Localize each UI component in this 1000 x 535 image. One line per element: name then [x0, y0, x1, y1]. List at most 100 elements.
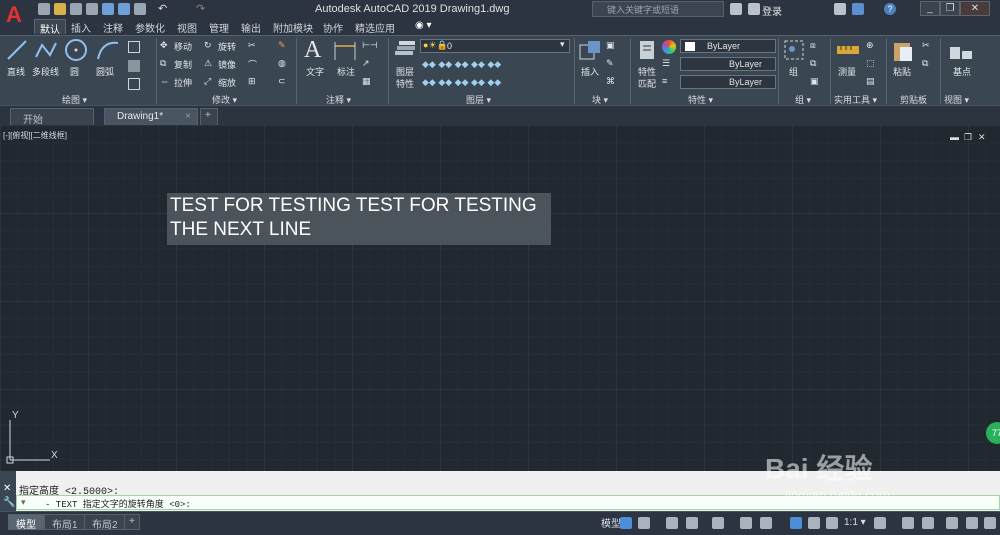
layer-tools-row-1-icon[interactable]: ◆◆ ◆◆ ◆◆ ◆◆ ◆◆ [422, 59, 501, 70]
fillet-icon[interactable]: ⌒ [248, 58, 257, 71]
tab-addins[interactable]: 附加模块 [268, 19, 318, 35]
panel-title-groups[interactable]: 组 ▾ [795, 93, 811, 105]
layer-properties-icon[interactable] [393, 39, 417, 61]
scale-icon[interactable]: ⤢ [204, 76, 211, 87]
arc-icon[interactable] [96, 39, 120, 61]
search-input[interactable]: 键入关键字或短语 [592, 1, 724, 17]
binoculars-icon[interactable] [730, 3, 742, 15]
autodesk-a360-icon[interactable] [852, 3, 864, 15]
save-as-icon[interactable] [86, 3, 98, 15]
tab-layout2[interactable]: 布局2 [84, 514, 126, 531]
array-icon[interactable]: ⊞ [248, 76, 256, 87]
lineweight-icon[interactable]: ≡ [662, 76, 667, 86]
linear-dim-icon[interactable]: ⊢⊣ [362, 40, 378, 51]
ribbon-toggle-icon[interactable]: ◉ ▾ [410, 19, 437, 34]
block-attribute-icon[interactable]: ⌘ [606, 76, 615, 87]
rotate-icon[interactable]: ↻ [204, 40, 212, 51]
help-icon[interactable]: ? [884, 3, 896, 15]
paste-icon[interactable] [892, 39, 914, 63]
linetype-dropdown[interactable]: ByLayer [680, 57, 776, 71]
text-line-1[interactable]: TEST FOR TESTING TEST FOR TESTING [170, 195, 537, 217]
color-wheel-icon[interactable] [662, 40, 676, 54]
stretch-button[interactable]: 拉伸 [174, 76, 192, 89]
stretch-icon[interactable]: ⇔ [160, 76, 169, 86]
polyline-icon[interactable] [34, 39, 58, 61]
snap-icon[interactable] [638, 517, 650, 529]
undo-icon[interactable]: ↶ [158, 3, 170, 15]
measure-button[interactable]: 测量 [838, 65, 856, 78]
polar-icon[interactable] [686, 517, 698, 529]
add-layout-button[interactable]: + [124, 514, 140, 530]
login-button[interactable]: 登录 [762, 3, 782, 18]
circle-button[interactable]: 圆 [70, 65, 79, 78]
tab-layout1[interactable]: 布局1 [44, 514, 86, 531]
copy-clip-icon[interactable]: ⧉ [922, 58, 928, 69]
isodraft-icon[interactable] [712, 517, 724, 529]
text-line-2[interactable]: THE NEXT LINE [170, 219, 311, 241]
text-icon[interactable]: A [304, 37, 321, 64]
copy-button[interactable]: 复制 [174, 58, 192, 71]
move-button[interactable]: 移动 [174, 40, 192, 53]
tab-view[interactable]: 视图 [172, 19, 202, 35]
ungroup-icon[interactable]: ⧈ [810, 40, 816, 51]
panel-title-block[interactable]: 块 ▾ [592, 93, 608, 105]
viewport-minimize-icon[interactable]: ▬ [950, 133, 960, 142]
redo-icon[interactable]: ↷ [196, 3, 208, 15]
viewport-restore-icon[interactable]: ❐ [964, 133, 974, 142]
offset-icon[interactable]: ⊂ [278, 76, 286, 87]
mirror-button[interactable]: 镜像 [218, 58, 236, 71]
edit-block-icon[interactable]: ✎ [606, 58, 614, 69]
tab-start[interactable]: 开始 [10, 108, 94, 126]
group-select-icon[interactable]: ▣ [810, 76, 819, 87]
create-block-icon[interactable]: ▣ [606, 40, 615, 51]
save-web-icon[interactable] [118, 3, 130, 15]
hardware-acceleration-icon[interactable] [946, 517, 958, 529]
tab-insert[interactable]: 插入 [66, 19, 96, 35]
arc-button[interactable]: 圆弧 [96, 65, 114, 78]
application-menu-button[interactable]: A [0, 0, 30, 36]
dimension-button[interactable]: 标注 [337, 65, 355, 78]
annotation-table-icon[interactable]: ▦ [362, 76, 371, 87]
panel-title-utilities[interactable]: 实用工具 ▾ [834, 93, 877, 105]
viewport-controls[interactable]: [-][俯视][二维线框] [3, 130, 67, 141]
line-button[interactable]: 直线 [7, 65, 25, 78]
cut-icon[interactable]: ✂ [922, 40, 930, 51]
panel-title-modify[interactable]: 修改 ▾ [212, 93, 237, 105]
chevron-down-icon[interactable]: ▾ [560, 39, 565, 50]
close-tab-icon[interactable]: × [185, 111, 191, 122]
base-view-button[interactable]: 基点 [953, 65, 971, 78]
tab-collaborate[interactable]: 协作 [318, 19, 348, 35]
panel-title-clipboard[interactable]: 剪贴板 [900, 93, 927, 105]
line-icon[interactable] [6, 39, 28, 61]
trim-icon[interactable]: ✂ [248, 40, 256, 51]
paste-button[interactable]: 粘贴 [893, 65, 911, 78]
insert-block-icon[interactable] [578, 39, 602, 63]
circle-icon[interactable] [64, 38, 88, 62]
group-button[interactable]: 组 [789, 65, 798, 78]
group-edit-icon[interactable]: ⧉ [810, 58, 816, 69]
panel-title-layers[interactable]: 图层 ▾ [466, 93, 491, 105]
tab-drawing1[interactable]: Drawing1* × [104, 108, 198, 125]
drawing-canvas[interactable]: [-][俯视][二维线框] ▬ ❐ ✕ TEST FOR TESTING TES… [0, 125, 1000, 471]
close-command-icon[interactable]: ✕ [3, 483, 11, 494]
measure-icon[interactable] [836, 42, 860, 58]
print-icon[interactable] [134, 3, 146, 15]
move-icon[interactable]: ✥ [160, 40, 168, 51]
tab-parametric[interactable]: 参数化 [130, 19, 170, 35]
user-icon[interactable] [748, 3, 760, 15]
text-button[interactable]: 文字 [306, 65, 324, 78]
calculator-icon[interactable]: ▤ [866, 76, 875, 87]
match-properties-label-2[interactable]: 匹配 [638, 77, 656, 90]
new-tab-button[interactable]: + [200, 108, 218, 125]
erase-icon[interactable]: ✎ [278, 40, 286, 51]
grid-icon[interactable] [620, 517, 632, 529]
minimize-button[interactable]: _ [920, 1, 940, 16]
base-view-icon[interactable] [948, 41, 974, 61]
ortho-icon[interactable] [666, 517, 678, 529]
tab-featured-apps[interactable]: 精选应用 [350, 19, 400, 35]
panel-title-draw[interactable]: 绘图 ▾ [62, 93, 87, 105]
polyline-button[interactable]: 多段线 [32, 65, 59, 78]
leader-icon[interactable]: ↗ [362, 58, 370, 69]
cart-icon[interactable] [834, 3, 846, 15]
mirror-icon[interactable]: ⚠ [204, 58, 212, 69]
